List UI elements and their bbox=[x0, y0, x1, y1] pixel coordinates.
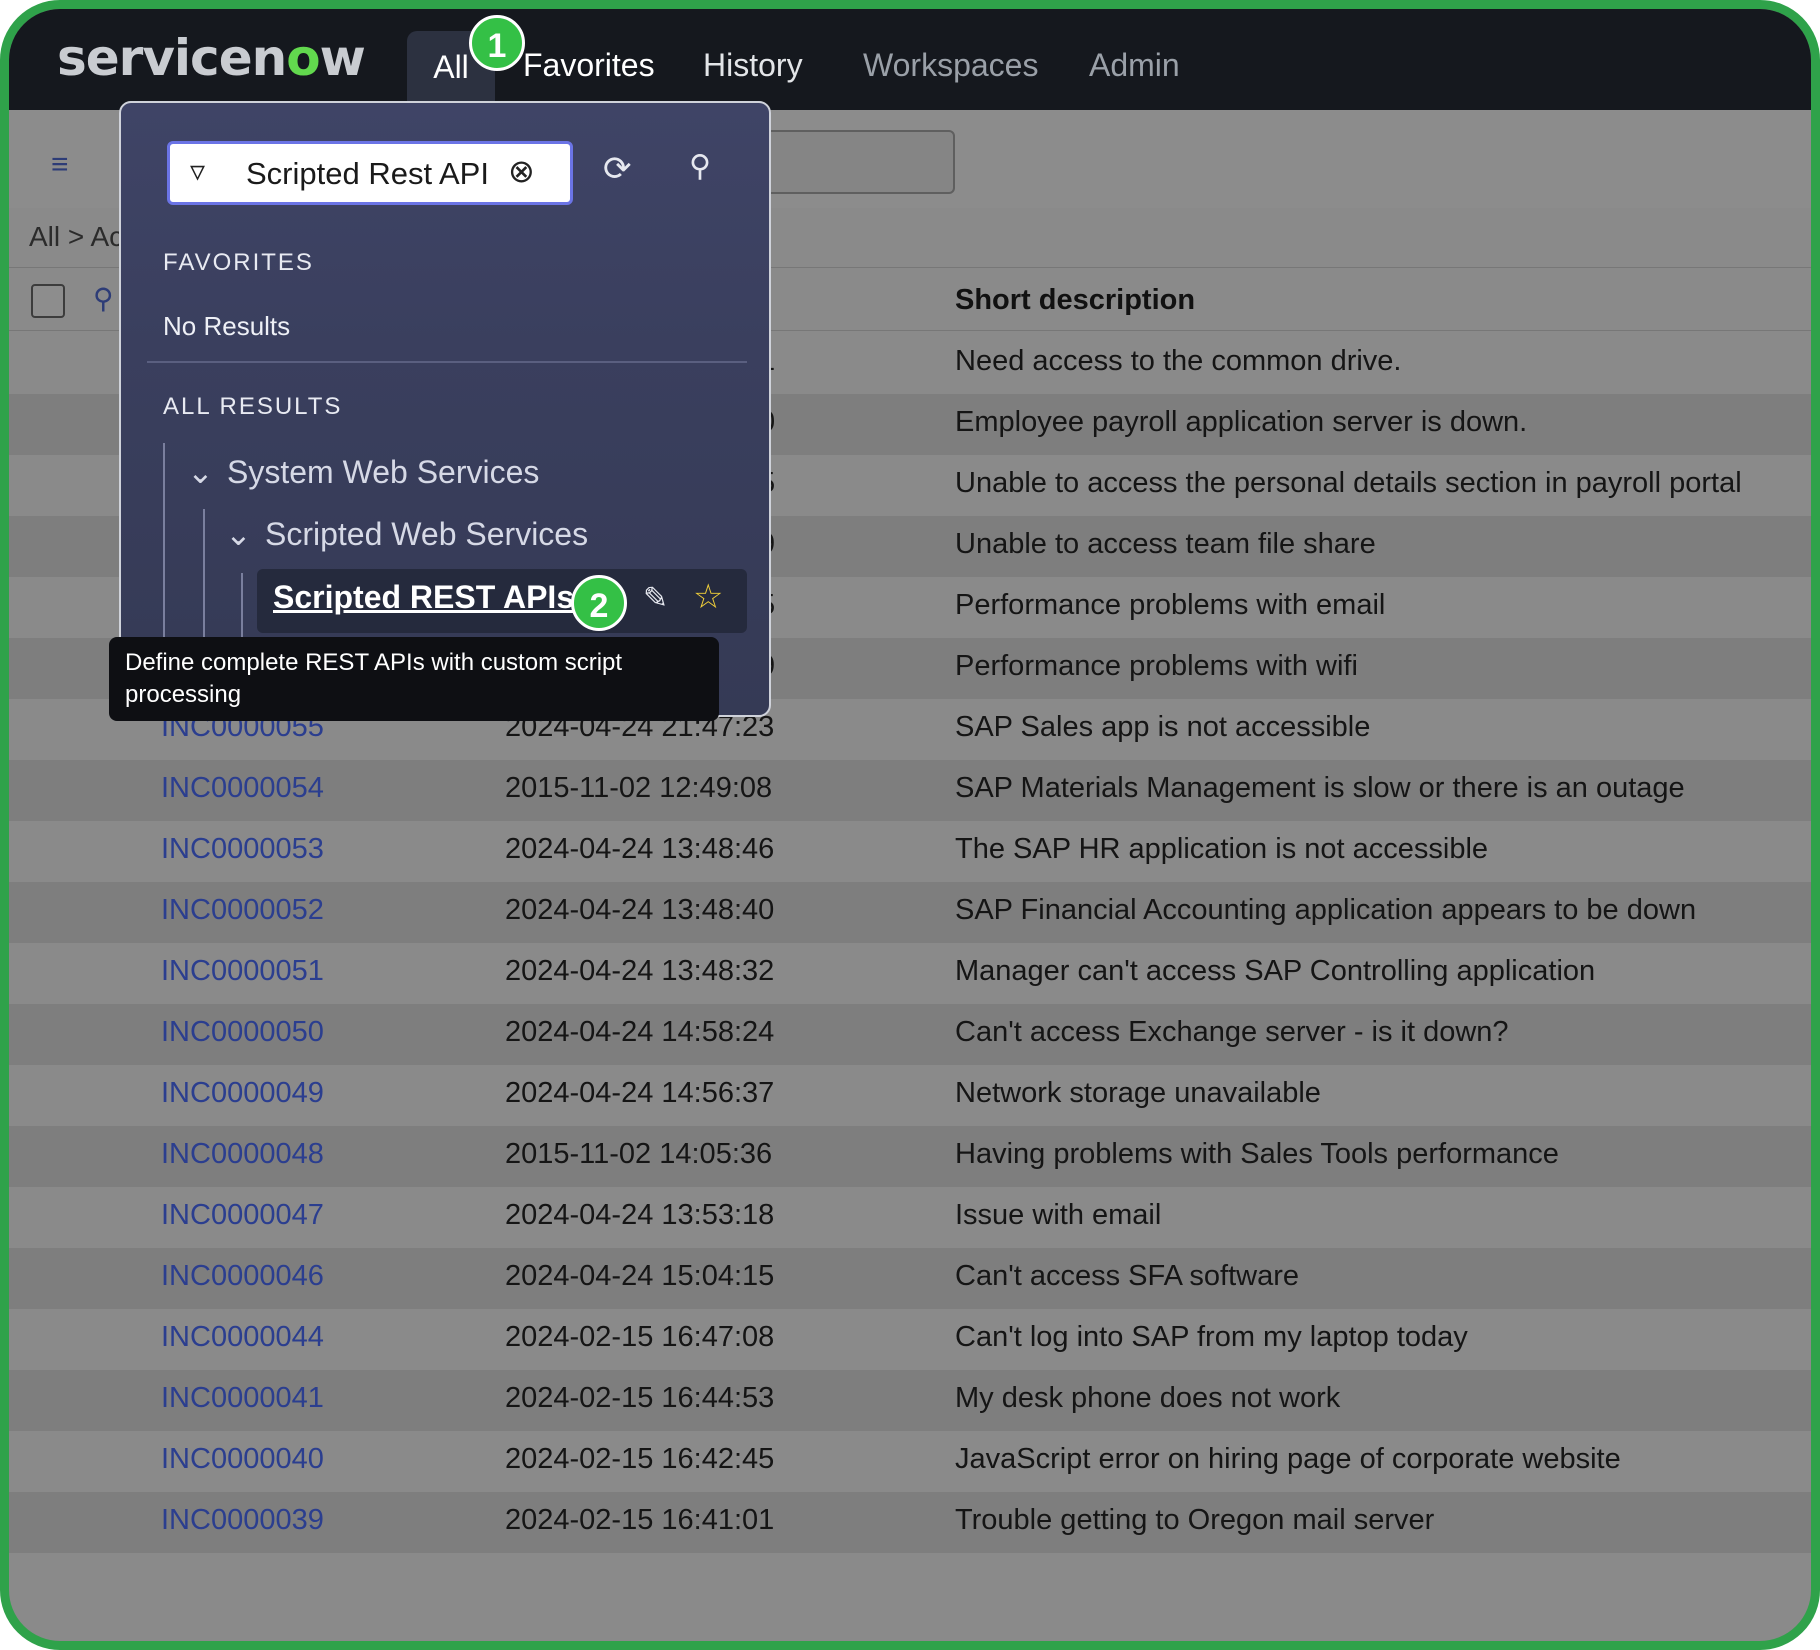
incident-number-link[interactable]: INC0000053 bbox=[161, 833, 324, 866]
short-description-cell: SAP Sales app is not accessible bbox=[955, 711, 1371, 743]
table-row: INC0000051 2024-04-24 13:48:32 Manager c… bbox=[9, 943, 1811, 1004]
clear-icon[interactable]: ⊗ bbox=[508, 152, 535, 190]
breadcrumb[interactable]: All > Ac bbox=[29, 221, 123, 253]
column-header-short-description[interactable]: Short description bbox=[955, 284, 1195, 317]
star-icon[interactable]: ☆ bbox=[693, 577, 723, 617]
incident-number-link[interactable]: INC0000044 bbox=[161, 1321, 324, 1354]
opened-cell: 2024-04-24 14:58:24 bbox=[505, 1016, 775, 1048]
app-frame: servicenow All Favorites History Workspa… bbox=[0, 0, 1820, 1650]
incident-number-link[interactable]: INC0000047 bbox=[161, 1199, 324, 1232]
search-icon[interactable]: ⚲ bbox=[93, 282, 114, 315]
opened-cell: 2024-04-24 13:53:18 bbox=[505, 1199, 775, 1231]
nav-tab-favorites[interactable]: Favorites bbox=[523, 47, 655, 84]
all-menu-panel: ▿ Scripted Rest API ⊗ ⟳ ⚲ FAVORITES No R… bbox=[119, 101, 771, 719]
opened-cell: 2024-04-24 13:48:46 bbox=[505, 833, 775, 865]
filter-value[interactable]: Scripted Rest API bbox=[246, 156, 489, 192]
incident-number-link[interactable]: INC0000041 bbox=[161, 1382, 324, 1415]
short-description-cell: Issue with email bbox=[955, 1199, 1162, 1231]
table-row: INC0000050 2024-04-24 14:58:24 Can't acc… bbox=[9, 1004, 1811, 1065]
tooltip: Define complete REST APIs with custom sc… bbox=[109, 637, 719, 721]
short-description-cell: Performance problems with wifi bbox=[955, 650, 1358, 682]
favorites-section-label: FAVORITES bbox=[163, 249, 314, 276]
opened-cell: 2015-11-02 14:05:36 bbox=[505, 1138, 773, 1170]
short-description-cell: The SAP HR application is not accessible bbox=[955, 833, 1489, 865]
scripted-rest-apis-link[interactable]: Scripted REST APIs bbox=[273, 579, 574, 616]
table-row: INC0000044 2024-02-15 16:47:08 Can't log… bbox=[9, 1309, 1811, 1370]
pin-icon[interactable]: ⚲ bbox=[689, 149, 711, 184]
select-all-checkbox[interactable] bbox=[31, 284, 65, 318]
opened-cell: 2024-04-24 14:56:37 bbox=[505, 1077, 775, 1109]
short-description-cell: Unable to access team file share bbox=[955, 528, 1376, 560]
chevron-down-icon: ⌄ bbox=[187, 454, 214, 490]
opened-cell: 2024-04-24 15:04:15 bbox=[505, 1260, 775, 1292]
opened-cell: 2024-02-15 16:41:01 bbox=[505, 1504, 775, 1536]
menu-filter-input[interactable]: ▿ Scripted Rest API ⊗ bbox=[167, 141, 573, 205]
opened-cell: 2024-02-15 16:44:53 bbox=[505, 1382, 775, 1414]
incident-number-link[interactable]: INC0000054 bbox=[161, 772, 324, 805]
short-description-cell: JavaScript error on hiring page of corpo… bbox=[955, 1443, 1621, 1475]
opened-cell: 2024-04-24 13:48:40 bbox=[505, 894, 775, 926]
nav-tab-workspaces[interactable]: Workspaces bbox=[863, 47, 1038, 84]
tree-guide-line bbox=[241, 573, 243, 639]
opened-cell: 2024-04-24 13:48:32 bbox=[505, 955, 775, 987]
table-row: INC0000046 2024-04-24 15:04:15 Can't acc… bbox=[9, 1248, 1811, 1309]
table-row: INC0000041 2024-02-15 16:44:53 My desk p… bbox=[9, 1370, 1811, 1431]
all-results-section-label: ALL RESULTS bbox=[163, 393, 343, 420]
incident-number-link[interactable]: INC0000040 bbox=[161, 1443, 324, 1476]
short-description-cell: Trouble getting to Oregon mail server bbox=[955, 1504, 1435, 1536]
tree-item-scripted-web-services[interactable]: ⌄ Scripted Web Services bbox=[225, 515, 588, 553]
table-row: INC0000054 2015-11-02 12:49:08 SAP Mater… bbox=[9, 760, 1811, 821]
short-description-cell: My desk phone does not work bbox=[955, 1382, 1341, 1414]
short-description-cell: SAP Materials Management is slow or ther… bbox=[955, 772, 1685, 804]
table-row: INC0000052 2024-04-24 13:48:40 SAP Finan… bbox=[9, 882, 1811, 943]
short-description-cell: Having problems with Sales Tools perform… bbox=[955, 1138, 1559, 1170]
table-row: INC0000047 2024-04-24 13:53:18 Issue wit… bbox=[9, 1187, 1811, 1248]
incident-number-link[interactable]: INC0000046 bbox=[161, 1260, 324, 1293]
step-badge-2: 2 bbox=[571, 575, 627, 631]
short-description-cell: SAP Financial Accounting application app… bbox=[955, 894, 1697, 926]
step-badge-1: 1 bbox=[469, 15, 525, 71]
short-description-cell: Can't access Exchange server - is it dow… bbox=[955, 1016, 1509, 1048]
table-row: INC0000053 2024-04-24 13:48:46 The SAP H… bbox=[9, 821, 1811, 882]
nav-tab-admin[interactable]: Admin bbox=[1089, 47, 1180, 84]
hamburger-menu-icon[interactable]: ≡ bbox=[51, 148, 69, 182]
short-description-cell: Manager can't access SAP Controlling app… bbox=[955, 955, 1596, 987]
list-search-input[interactable] bbox=[749, 130, 955, 194]
incident-number-link[interactable]: INC0000048 bbox=[161, 1138, 324, 1171]
table-row: INC0000049 2024-04-24 14:56:37 Network s… bbox=[9, 1065, 1811, 1126]
servicenow-logo[interactable]: servicenow bbox=[57, 29, 366, 87]
short-description-cell: Performance problems with email bbox=[955, 589, 1386, 621]
table-row: INC0000040 2024-02-15 16:42:45 JavaScrip… bbox=[9, 1431, 1811, 1492]
short-description-cell: Can't log into SAP from my laptop today bbox=[955, 1321, 1468, 1353]
no-results-text: No Results bbox=[163, 311, 291, 341]
opened-cell: 2024-02-15 16:42:45 bbox=[505, 1443, 775, 1475]
top-navigation-bar: servicenow All Favorites History Workspa… bbox=[9, 9, 1811, 110]
table-row: INC0000048 2015-11-02 14:05:36 Having pr… bbox=[9, 1126, 1811, 1187]
short-description-cell: Employee payroll application server is d… bbox=[955, 406, 1528, 438]
incident-number-link[interactable]: INC0000049 bbox=[161, 1077, 324, 1110]
short-description-cell: Unable to access the personal details se… bbox=[955, 467, 1742, 499]
funnel-icon: ▿ bbox=[190, 155, 206, 188]
incident-number-link[interactable]: INC0000051 bbox=[161, 955, 324, 988]
incident-number-link[interactable]: INC0000039 bbox=[161, 1504, 324, 1537]
menu-divider bbox=[147, 361, 747, 363]
tree-item-scripted-rest-apis[interactable]: Scripted REST APIs ✎ ☆ bbox=[257, 569, 747, 633]
edit-icon[interactable]: ✎ bbox=[643, 581, 668, 616]
short-description-cell: Network storage unavailable bbox=[955, 1077, 1321, 1109]
nav-tab-history[interactable]: History bbox=[703, 47, 803, 84]
incident-number-link[interactable]: INC0000052 bbox=[161, 894, 324, 927]
chevron-down-icon: ⌄ bbox=[225, 516, 252, 552]
tree-item-system-web-services[interactable]: ⌄ System Web Services bbox=[187, 453, 539, 491]
short-description-cell: Need access to the common drive. bbox=[955, 345, 1402, 377]
short-description-cell: Can't access SFA software bbox=[955, 1260, 1300, 1292]
opened-cell: 2024-02-15 16:47:08 bbox=[505, 1321, 775, 1353]
incident-number-link[interactable]: INC0000050 bbox=[161, 1016, 324, 1049]
opened-cell: 2015-11-02 12:49:08 bbox=[505, 772, 773, 804]
refresh-icon[interactable]: ⟳ bbox=[603, 149, 632, 189]
table-row: INC0000039 2024-02-15 16:41:01 Trouble g… bbox=[9, 1492, 1811, 1553]
